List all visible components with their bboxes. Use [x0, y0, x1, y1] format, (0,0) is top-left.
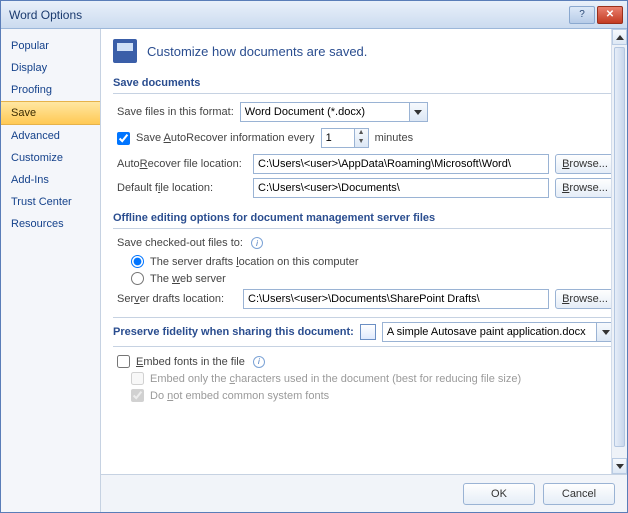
info-icon[interactable]: i	[253, 356, 265, 368]
checked-out-options: The server drafts location on this compu…	[131, 255, 615, 285]
window-title: Word Options	[9, 8, 569, 22]
close-button[interactable]: ✕	[597, 6, 623, 24]
sidebar-item-display[interactable]: Display	[1, 57, 100, 79]
titlebar-buttons: ? ✕	[569, 6, 623, 24]
save-format-label: Save files in this format:	[117, 106, 234, 118]
help-button[interactable]: ?	[569, 6, 595, 24]
save-format-row: Save files in this format: Word Document…	[117, 102, 615, 122]
browse-server-drafts-button[interactable]: Browse...	[555, 289, 615, 309]
embed-fonts-label: Embed fonts in the file	[136, 356, 245, 368]
scroll-area: Customize how documents are saved. Save …	[101, 29, 627, 474]
no-common-fonts-checkbox	[131, 389, 144, 402]
dialog-footer: OK Cancel	[101, 474, 627, 512]
word-options-window: Word Options ? ✕ Popular Display Proofin…	[0, 0, 628, 513]
browse-autorecover-button[interactable]: BBrowse...rowse...	[555, 154, 615, 174]
chevron-down-icon	[410, 102, 428, 122]
sidebar-item-proofing[interactable]: Proofing	[1, 79, 100, 101]
autorecover-minutes-value: 1	[321, 128, 355, 148]
sidebar-item-save[interactable]: Save	[1, 101, 100, 125]
sidebar-item-addins[interactable]: Add-Ins	[1, 169, 100, 191]
default-location-row: Default file location: C:\Users\<user>\D…	[117, 178, 615, 198]
embed-only-chars-label: Embed only the characters used in the do…	[150, 373, 521, 385]
section-save-documents: Save documents	[113, 73, 615, 94]
autorecover-location-input[interactable]: C:\Users\<user>\AppData\Roaming\Microsof…	[253, 154, 549, 174]
radio-local-drafts-label: The server drafts location on this compu…	[150, 256, 359, 268]
default-location-label: Default file location:	[117, 182, 247, 194]
embed-fonts-row: Embed fonts in the file i	[117, 355, 615, 368]
preserve-fidelity-row: Preserve fidelity when sharing this docu…	[113, 317, 615, 347]
page-title: Customize how documents are saved.	[147, 44, 367, 59]
save-format-value: Word Document (*.docx)	[240, 102, 410, 122]
save-disk-icon	[113, 39, 137, 63]
embed-only-chars-row: Embed only the characters used in the do…	[131, 372, 615, 385]
embed-sub-options: Embed only the characters used in the do…	[131, 372, 615, 402]
autorecover-location-label: AutoRecover file location:	[117, 158, 247, 170]
server-drafts-label: Server drafts location:	[117, 293, 237, 305]
autorecover-minutes-spinner[interactable]: 1 ▲▼	[321, 128, 369, 148]
dialog-body: Popular Display Proofing Save Advanced C…	[1, 29, 627, 512]
scroll-down-arrow[interactable]	[612, 458, 627, 474]
opt-server-drafts-local: The server drafts location on this compu…	[131, 255, 615, 268]
vertical-scrollbar[interactable]	[611, 29, 627, 474]
autorecover-label: Save AutoRecover information every	[136, 132, 315, 144]
autorecover-row: Save AutoRecover information every 1 ▲▼ …	[117, 128, 615, 148]
checked-out-label: Save checked-out files to:	[117, 237, 243, 249]
server-drafts-row: Server drafts location: C:\Users\<user>\…	[117, 289, 615, 309]
preserve-doc-dropdown[interactable]: A simple Autosave paint application.docx	[382, 322, 615, 342]
document-icon	[360, 324, 376, 340]
scroll-up-arrow[interactable]	[612, 29, 627, 45]
embed-fonts-checkbox[interactable]	[117, 355, 130, 368]
sidebar-item-trust-center[interactable]: Trust Center	[1, 191, 100, 213]
no-common-fonts-label: Do not embed common system fonts	[150, 390, 329, 402]
save-format-dropdown[interactable]: Word Document (*.docx)	[240, 102, 428, 122]
sidebar: Popular Display Proofing Save Advanced C…	[1, 29, 101, 512]
opt-web-server: The web server	[131, 272, 615, 285]
titlebar: Word Options ? ✕	[1, 1, 627, 29]
sidebar-item-popular[interactable]: Popular	[1, 35, 100, 57]
radio-local-drafts[interactable]	[131, 255, 144, 268]
no-common-fonts-row: Do not embed common system fonts	[131, 389, 615, 402]
radio-web-server[interactable]	[131, 272, 144, 285]
browse-default-button[interactable]: Browse...	[555, 178, 615, 198]
section-offline: Offline editing options for document man…	[113, 208, 615, 229]
embed-only-chars-checkbox	[131, 372, 144, 385]
sidebar-item-resources[interactable]: Resources	[1, 213, 100, 235]
preserve-doc-value: A simple Autosave paint application.docx	[382, 322, 597, 342]
autorecover-checkbox[interactable]	[117, 132, 130, 145]
info-icon[interactable]: i	[251, 237, 263, 249]
default-location-input[interactable]: C:\Users\<user>\Documents\	[253, 178, 549, 198]
preserve-title: Preserve fidelity when sharing this docu…	[113, 326, 354, 338]
radio-web-server-label: The web server	[150, 273, 226, 285]
server-drafts-input[interactable]: C:\Users\<user>\Documents\SharePoint Dra…	[243, 289, 549, 309]
scroll-thumb[interactable]	[614, 47, 625, 447]
page-hero: Customize how documents are saved.	[113, 39, 615, 63]
checked-out-label-row: Save checked-out files to: i	[117, 237, 615, 249]
spinner-buttons: ▲▼	[355, 128, 369, 148]
autorecover-location-row: AutoRecover file location: C:\Users\<use…	[117, 154, 615, 174]
ok-button[interactable]: OK	[463, 483, 535, 505]
autorecover-unit: minutes	[375, 132, 414, 144]
main-panel: Customize how documents are saved. Save …	[101, 29, 627, 512]
sidebar-item-advanced[interactable]: Advanced	[1, 125, 100, 147]
cancel-button[interactable]: Cancel	[543, 483, 615, 505]
sidebar-item-customize[interactable]: Customize	[1, 147, 100, 169]
